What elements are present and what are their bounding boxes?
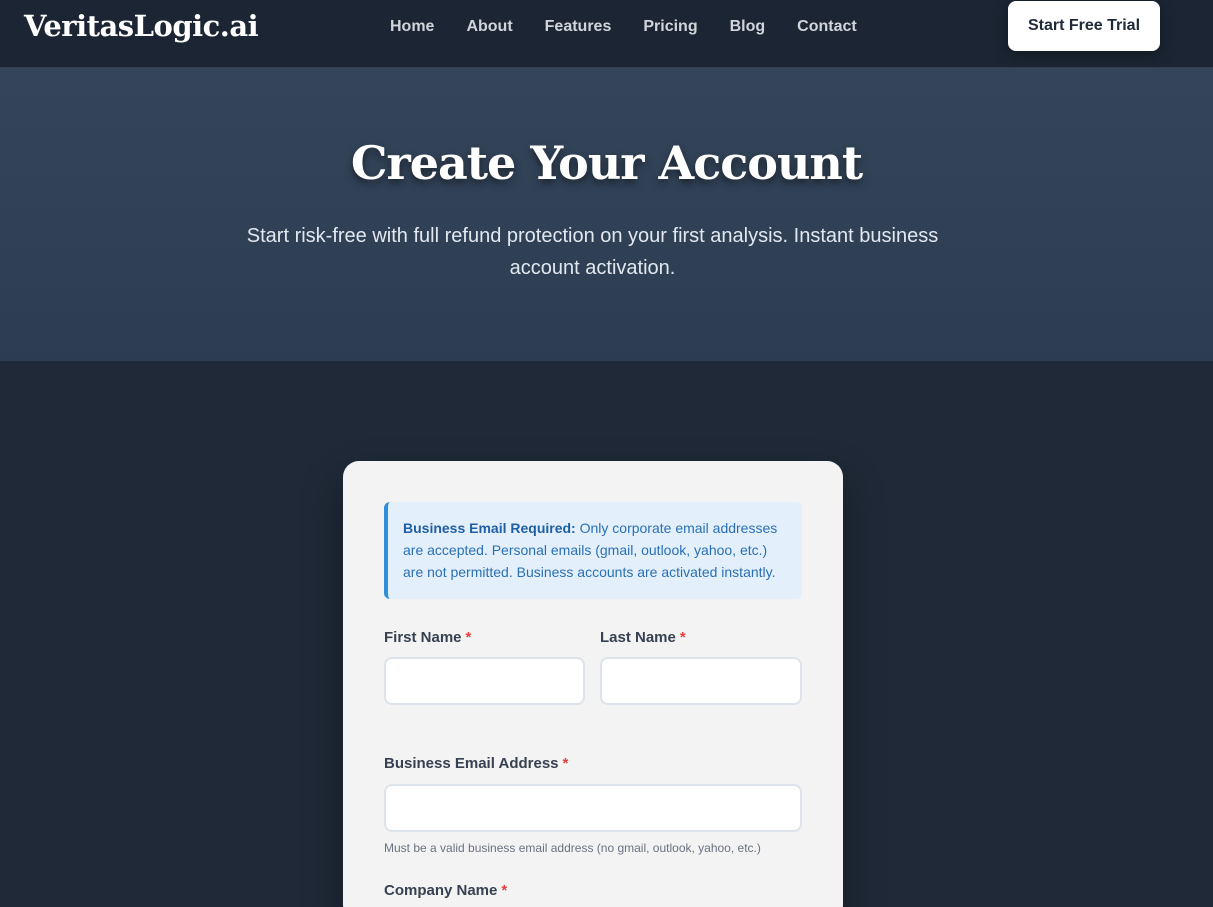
business-email-label: Business Email Address *	[384, 755, 568, 772]
first-name-label-text: First Name	[384, 629, 462, 646]
required-mark: *	[562, 755, 569, 772]
notice-heading: Business Email Required:	[403, 520, 576, 536]
nav-link-contact[interactable]: Contact	[797, 17, 857, 37]
hero-subtitle: Start risk-free with full refund protect…	[246, 225, 939, 279]
first-name-input[interactable]	[384, 657, 585, 705]
nav-link-features[interactable]: Features	[545, 17, 612, 37]
required-mark: *	[679, 629, 686, 646]
top-navbar: VeritasLogic.ai Home About Features Pric…	[0, 0, 1213, 68]
email-hint: Must be a valid business email address (…	[384, 841, 761, 855]
nav-link-pricing[interactable]: Pricing	[643, 17, 697, 37]
start-free-trial-button[interactable]: Start Free Trial	[1008, 1, 1160, 51]
signup-form-card: Business Email Required: Only corporate …	[343, 461, 843, 907]
last-name-label-text: Last Name	[600, 629, 676, 646]
first-name-label: First Name *	[384, 629, 471, 646]
company-name-label-text: Company Name	[384, 882, 498, 899]
business-email-notice: Business Email Required: Only corporate …	[384, 502, 802, 599]
business-email-label-text: Business Email Address	[384, 755, 559, 772]
business-email-input[interactable]	[384, 784, 802, 832]
nav-link-home[interactable]: Home	[390, 17, 434, 37]
last-name-label: Last Name *	[600, 629, 686, 646]
nav-links: Home About Features Pricing Blog Contact	[390, 17, 889, 37]
company-name-label: Company Name *	[384, 882, 507, 899]
nav-link-blog[interactable]: Blog	[730, 17, 766, 37]
logo[interactable]: VeritasLogic.ai	[24, 9, 259, 43]
page-title: Create Your Account	[350, 136, 863, 190]
required-mark: *	[501, 882, 508, 899]
last-name-input[interactable]	[600, 657, 802, 705]
nav-link-about[interactable]: About	[466, 17, 512, 37]
hero-section: Create Your Account Start risk-free with…	[0, 68, 1213, 361]
required-mark: *	[465, 629, 472, 646]
